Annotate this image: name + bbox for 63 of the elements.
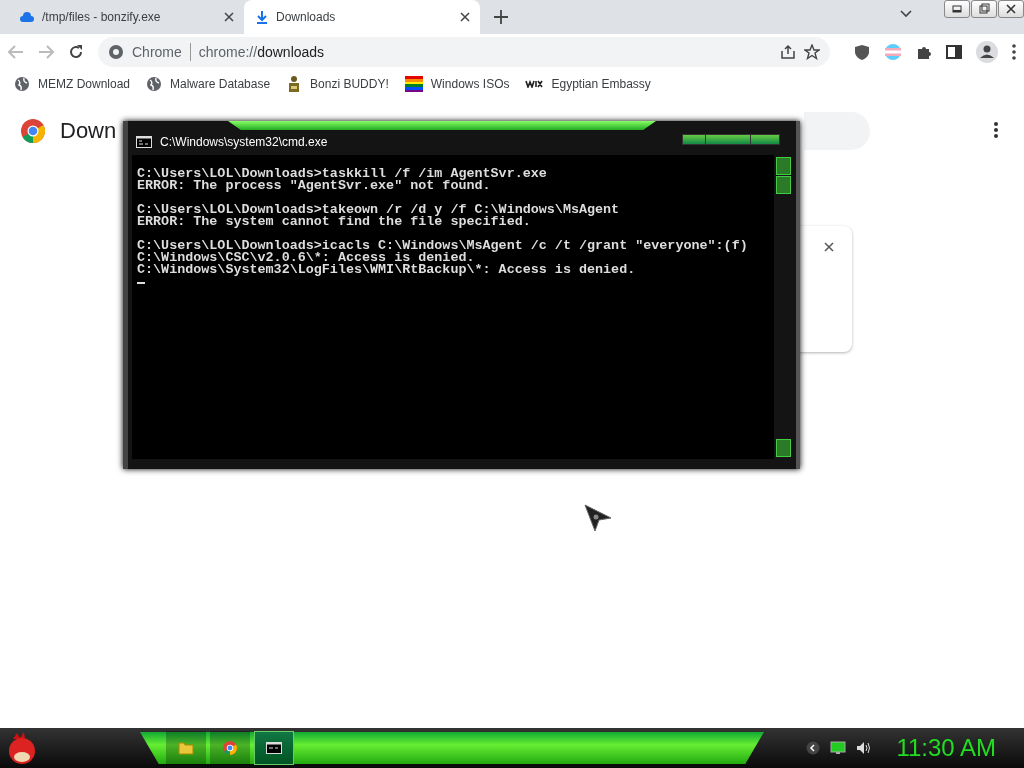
more-menu-icon[interactable]	[1012, 44, 1016, 60]
cloud-icon	[20, 12, 34, 22]
chrome-logo-icon	[108, 44, 124, 60]
tab-title: Downloads	[276, 10, 337, 24]
taskbar-app-button[interactable]	[210, 731, 250, 765]
globe-icon	[14, 76, 30, 92]
url-text: chrome://downloads	[198, 44, 325, 60]
console-line: ERROR: The system cannot find the file specified.	[137, 216, 531, 228]
rainbow-flag-icon	[404, 76, 423, 92]
browser-tab[interactable]: Downloads	[244, 0, 480, 34]
folder-icon	[178, 741, 194, 755]
profile-avatar-icon[interactable]	[976, 41, 998, 63]
tab-title: /tmp/files - bonzify.exe	[42, 10, 162, 24]
bookmark-link[interactable]: Windows ISOs	[404, 76, 510, 92]
search-field[interactable]	[804, 112, 870, 150]
console-line: C:\Users\LOL\Downloads>takeown /r /d y /f C:\Windows\MsAgent	[137, 204, 621, 216]
console-line: C:\Users\LOL\Downloads>icacls C:\Windows\MsAgent /c /t /grant "everyone":(f)	[137, 240, 749, 252]
bookmark-link[interactable]: Egyptian Embassy	[525, 77, 651, 91]
minimize-button[interactable]	[944, 0, 970, 18]
star-icon[interactable]	[804, 44, 820, 60]
scroll-down-button[interactable]	[776, 439, 791, 457]
bookmark-link[interactable]: Bonzi BUDDY!	[286, 75, 389, 93]
mouse-cursor-icon	[584, 504, 612, 532]
chrome-logo-icon	[20, 118, 46, 144]
console-line: C:\Windows\System32\LogFiles\WMI\RtBackup\*: Access is denied.	[137, 264, 637, 276]
page-heading: Down	[60, 118, 117, 144]
scroll-up-button[interactable]	[776, 157, 791, 175]
restore-button[interactable]	[971, 0, 997, 18]
close-button[interactable]	[998, 0, 1024, 18]
clock[interactable]: 11:30 AM	[896, 734, 996, 762]
console-line: ERROR: The process "AgentSvr.exe" not found.	[137, 180, 491, 192]
bookmark-link[interactable]: Malware Database	[146, 76, 271, 92]
chrome-logo-icon	[222, 740, 238, 756]
reload-icon[interactable]	[68, 44, 84, 60]
bookmark-link[interactable]: MEMZ Download	[14, 76, 131, 92]
speaker-icon[interactable]	[856, 741, 873, 755]
monitor-icon[interactable]	[830, 741, 847, 755]
more-menu-icon[interactable]	[994, 122, 998, 138]
download-icon	[256, 10, 268, 24]
close-icon[interactable]	[224, 12, 234, 22]
taskbar-app-button[interactable]	[166, 731, 206, 765]
chevron-left-icon[interactable]	[806, 741, 821, 755]
address-bar[interactable]: Chrome chrome://downloads	[98, 37, 830, 67]
console-line: C:\Users\LOL\Downloads>taskkill /f /im AgentSvr.exe	[137, 168, 548, 180]
taskbar-app-button[interactable]	[254, 731, 294, 765]
wix-logo-icon	[525, 80, 544, 88]
shield-icon[interactable]	[854, 43, 870, 61]
console-line: C:\Windows\CSC\v2.0.6\*: Access is denied.	[137, 252, 475, 264]
scroll-thumb[interactable]	[776, 176, 791, 194]
puzzle-icon[interactable]	[916, 44, 932, 60]
side-panel-icon[interactable]	[946, 45, 962, 59]
console-icon	[136, 136, 152, 148]
console-icon	[266, 742, 282, 754]
window-title: C:\Windows\system32\cmd.exe	[160, 135, 328, 149]
close-icon[interactable]	[460, 12, 470, 22]
chevron-down-icon[interactable]	[900, 10, 912, 18]
new-tab-icon[interactable]	[494, 10, 508, 24]
text-cursor	[137, 282, 145, 284]
close-icon[interactable]	[824, 242, 834, 252]
site-label: Chrome	[132, 44, 182, 60]
globe-icon	[146, 76, 163, 92]
share-icon[interactable]	[780, 44, 796, 60]
browser-tab[interactable]: /tmp/files - bonzify.exe	[8, 0, 244, 34]
